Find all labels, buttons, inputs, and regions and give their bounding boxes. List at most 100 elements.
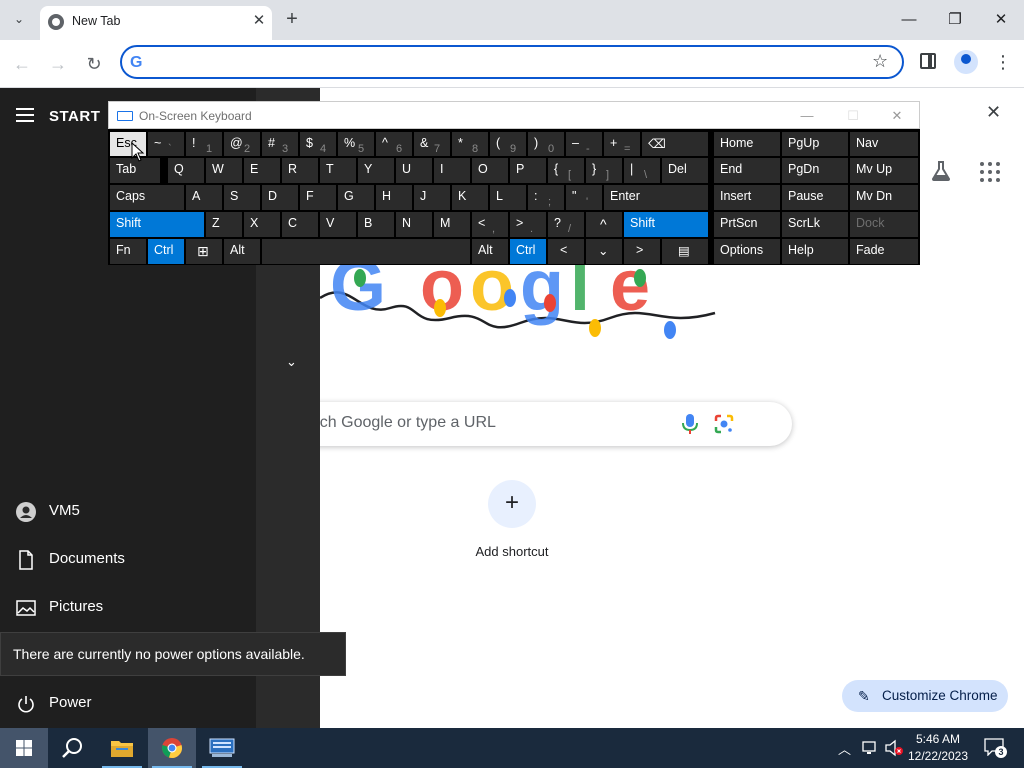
profile-avatar-icon[interactable]: [954, 50, 978, 74]
key-4[interactable]: $4: [300, 132, 336, 156]
key-lbrace[interactable]: {[: [548, 158, 584, 183]
key-right-arrow[interactable]: >: [624, 239, 660, 264]
key-a[interactable]: A: [186, 185, 222, 210]
key-u[interactable]: U: [396, 158, 432, 183]
key-prtscn[interactable]: PrtScn: [714, 212, 780, 237]
chevron-down-icon[interactable]: ⌄: [286, 354, 297, 370]
chrome-menu-icon[interactable]: ⋮: [994, 48, 1012, 76]
taskbar-chrome[interactable]: [148, 728, 196, 768]
key-equals[interactable]: + =: [604, 132, 640, 156]
labs-flask-icon[interactable]: [930, 160, 952, 182]
key-t[interactable]: T: [320, 158, 356, 183]
network-icon[interactable]: [862, 740, 880, 756]
key-d[interactable]: D: [262, 185, 298, 210]
taskbar-on-screen-keyboard[interactable]: [198, 728, 246, 768]
key-mvup[interactable]: Mv Up: [850, 158, 918, 183]
key-5[interactable]: % 5: [338, 132, 374, 156]
key-del[interactable]: Del: [662, 158, 708, 183]
key-3[interactable]: #3: [262, 132, 298, 156]
key-l[interactable]: L: [490, 185, 526, 210]
key-8[interactable]: * 8: [452, 132, 488, 156]
back-icon[interactable]: ←: [8, 50, 36, 78]
key-y[interactable]: Y: [358, 158, 394, 183]
action-center-button[interactable]: 3: [984, 738, 1007, 758]
key-up-arrow[interactable]: ^: [586, 212, 622, 237]
tray-overflow-icon[interactable]: ︿: [838, 739, 851, 758]
key-o[interactable]: O: [472, 158, 508, 183]
close-window-button[interactable]: ✕: [978, 6, 1024, 34]
key-menu[interactable]: ▤: [662, 239, 708, 264]
ntp-search-box[interactable]: Search Google or type a URL: [280, 402, 792, 446]
key-minus[interactable]: – -: [566, 132, 602, 156]
key-alt-right[interactable]: Alt: [472, 239, 508, 264]
reload-icon[interactable]: ↻: [80, 50, 108, 78]
start-item-power[interactable]: Power: [0, 684, 256, 724]
key-pipe[interactable]: | \: [624, 158, 660, 183]
start-item-user[interactable]: VM5: [0, 492, 256, 532]
key-pgdn[interactable]: PgDn: [782, 158, 848, 183]
key-dock[interactable]: Dock: [850, 212, 918, 237]
google-lens-icon[interactable]: [714, 414, 734, 434]
key-f[interactable]: F: [300, 185, 336, 210]
tab-close-icon[interactable]: ✕: [248, 10, 270, 32]
osk-minimize-button[interactable]: —: [787, 106, 827, 126]
key-alt-left[interactable]: Alt: [224, 239, 260, 264]
key-w[interactable]: W: [206, 158, 242, 183]
start-item-pictures[interactable]: Pictures: [0, 588, 256, 628]
ntp-close-icon[interactable]: ✕: [986, 102, 1001, 123]
key-colon[interactable]: :;: [528, 185, 564, 210]
key-h[interactable]: H: [376, 185, 412, 210]
key-r[interactable]: R: [282, 158, 318, 183]
key-options[interactable]: Options: [714, 239, 780, 264]
key-q[interactable]: Q: [168, 158, 204, 183]
key-quote[interactable]: " ': [566, 185, 602, 210]
osk-maximize-button[interactable]: ☐: [833, 106, 873, 126]
key-shift-right[interactable]: Shift: [624, 212, 708, 237]
key-tilde[interactable]: ~ `: [148, 132, 184, 156]
key-1[interactable]: ! 1: [186, 132, 222, 156]
key-enter[interactable]: Enter: [604, 185, 708, 210]
key-s[interactable]: S: [224, 185, 260, 210]
key-fn[interactable]: Fn: [110, 239, 146, 264]
key-0[interactable]: ) 0: [528, 132, 564, 156]
key-insert[interactable]: Insert: [714, 185, 780, 210]
tab-new-tab[interactable]: New Tab ✕: [40, 6, 272, 40]
taskbar-search-button[interactable]: [48, 728, 96, 768]
restore-button[interactable]: ❐: [932, 6, 978, 34]
address-bar[interactable]: G ☆: [120, 45, 904, 79]
key-v[interactable]: V: [320, 212, 356, 237]
osk-titlebar[interactable]: On-Screen Keyboard — ☐ ✕: [108, 101, 920, 129]
key-rbrace[interactable]: }]: [586, 158, 622, 183]
key-m[interactable]: M: [434, 212, 470, 237]
key-2[interactable]: @2: [224, 132, 260, 156]
osk-close-button[interactable]: ✕: [877, 106, 917, 126]
key-c[interactable]: C: [282, 212, 318, 237]
windows-start-button[interactable]: [0, 728, 48, 768]
taskbar-file-explorer[interactable]: [98, 728, 146, 768]
key-b[interactable]: B: [358, 212, 394, 237]
key-comma[interactable]: <,: [472, 212, 508, 237]
hamburger-menu-icon[interactable]: [16, 108, 34, 122]
forward-icon[interactable]: →: [44, 50, 72, 78]
minimize-button[interactable]: —: [886, 6, 932, 34]
key-pause[interactable]: Pause: [782, 185, 848, 210]
key-down-arrow[interactable]: ⌄: [586, 239, 622, 264]
key-k[interactable]: K: [452, 185, 488, 210]
tab-search-icon[interactable]: ⌄: [8, 8, 30, 30]
key-9[interactable]: (9: [490, 132, 526, 156]
google-apps-icon[interactable]: [980, 162, 1000, 182]
key-6[interactable]: ^ 6: [376, 132, 412, 156]
start-item-documents[interactable]: Documents: [0, 540, 256, 580]
key-x[interactable]: X: [244, 212, 280, 237]
key-i[interactable]: I: [434, 158, 470, 183]
key-windows[interactable]: ⊞: [186, 239, 222, 264]
key-7[interactable]: & 7: [414, 132, 450, 156]
customize-chrome-button[interactable]: ✎ Customize Chrome: [842, 680, 1008, 712]
voice-search-icon[interactable]: [680, 413, 700, 435]
key-ctrl-right[interactable]: Ctrl: [510, 239, 546, 264]
key-space[interactable]: [262, 239, 470, 264]
key-j[interactable]: J: [414, 185, 450, 210]
key-slash[interactable]: ? /: [548, 212, 584, 237]
new-tab-button[interactable]: +: [280, 8, 304, 32]
tray-clock[interactable]: 5:46 AM 12/22/2023: [906, 731, 970, 765]
